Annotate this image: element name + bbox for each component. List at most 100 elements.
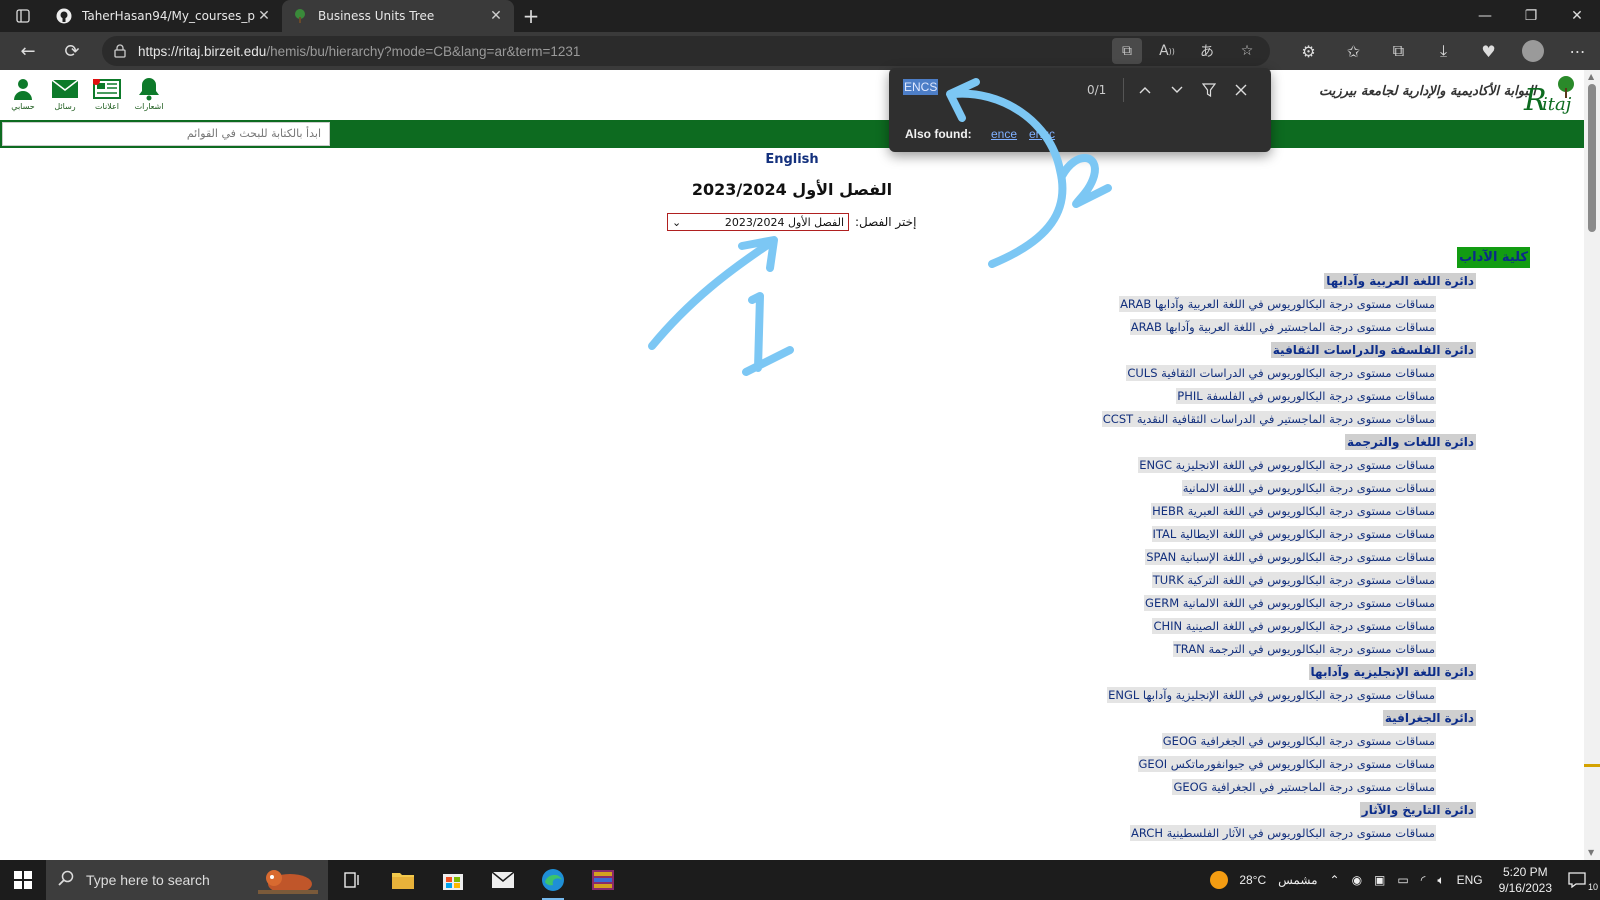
program-label: مساقات مستوى درجة البكالوريوس في اللغة ا… xyxy=(1144,595,1436,611)
department-heading[interactable]: دائرة اللغات والترجمة xyxy=(1010,431,1476,454)
tab-actions-icon[interactable] xyxy=(0,0,46,32)
program-link[interactable]: مساقات مستوى درجة البكالوريوس في اللغة ا… xyxy=(1010,615,1436,638)
program-link[interactable]: مساقات مستوى درجة البكالوريوس في اللغة ا… xyxy=(1010,546,1436,569)
term-select[interactable]: الفصل الأول 2023/2024 ⌄ xyxy=(667,213,849,231)
filter-icon[interactable] xyxy=(1193,76,1225,104)
battery-icon[interactable]: ▭ xyxy=(1391,873,1414,887)
page-scrollbar[interactable]: ▲ ▼ xyxy=(1584,70,1600,860)
department-label: دائرة اللغة الإنجليزية وآدابها xyxy=(1308,664,1476,680)
find-input[interactable]: ENCS xyxy=(903,79,939,102)
department-heading[interactable]: دائرة الفلسفة والدراسات الثقافية xyxy=(1010,339,1476,362)
wifi-icon[interactable]: ◜ xyxy=(1415,873,1432,887)
department-heading[interactable]: دائرة اللغة العربية وآدابها xyxy=(1010,270,1476,293)
back-icon[interactable]: ← xyxy=(6,32,50,70)
scroll-up-icon[interactable]: ▲ xyxy=(1588,72,1594,81)
weather-widget[interactable]: 28°C مشمس xyxy=(1203,870,1323,890)
site-header: حسابي رسائل اعلانات اشعارات البوابة الأك… xyxy=(0,70,1584,120)
refresh-icon[interactable]: ⟳ xyxy=(50,32,94,70)
minimize-icon[interactable]: — xyxy=(1462,0,1508,32)
edge-browser-icon[interactable] xyxy=(528,860,578,900)
new-tab-icon[interactable]: + xyxy=(514,4,548,28)
scroll-thumb[interactable] xyxy=(1588,84,1596,232)
messages-link[interactable]: رسائل xyxy=(46,76,84,112)
extensions-icon[interactable]: ⚙ xyxy=(1286,42,1331,61)
downloads-icon[interactable]: ⤓ xyxy=(1421,41,1466,61)
performance-icon[interactable]: ♥ xyxy=(1466,42,1511,61)
record-icon[interactable]: ◉ xyxy=(1346,873,1368,887)
faculty-heading[interactable]: كلية الآداب xyxy=(1457,246,1530,268)
windows-logo-icon xyxy=(14,871,32,889)
announcements-link[interactable]: اعلانات xyxy=(88,76,126,112)
program-link[interactable]: مساقات مستوى درجة البكالوريوس في اللغة ا… xyxy=(1010,569,1436,592)
program-link[interactable]: مساقات مستوى درجة البكالوريوس في اللغة ا… xyxy=(1010,293,1436,316)
restore-icon[interactable]: ❐ xyxy=(1508,0,1554,32)
taskbar-search[interactable]: Type here to search xyxy=(46,860,328,900)
close-find-icon[interactable] xyxy=(1225,76,1257,104)
clock[interactable]: 5:20 PM 9/16/2023 xyxy=(1489,864,1562,896)
program-link[interactable]: مساقات مستوى درجة البكالوريوس في الدراسا… xyxy=(1010,362,1436,385)
program-label: مساقات مستوى درجة البكالوريوس في اللغة ا… xyxy=(1119,296,1436,312)
english-link[interactable]: English xyxy=(0,152,1584,167)
read-aloud-icon[interactable]: A)) xyxy=(1152,38,1182,64)
profile-link[interactable]: حسابي xyxy=(4,76,42,112)
program-label: مساقات مستوى درجة الماجستير في الدراسات … xyxy=(1101,411,1436,427)
volume-icon[interactable]: 🔈︎ xyxy=(1431,873,1450,888)
tab-github[interactable]: TaherHasan94/My_courses_proje ✕ xyxy=(46,0,282,32)
task-view-icon[interactable] xyxy=(328,860,378,900)
department-heading[interactable]: دائرة الجغرافية xyxy=(1010,707,1476,730)
program-label: مساقات مستوى درجة البكالوريوس في الفلسفة… xyxy=(1176,388,1436,404)
show-hidden-icons[interactable]: ⌃ xyxy=(1324,873,1346,887)
previous-match-icon[interactable] xyxy=(1129,76,1161,104)
menu-search-bar: ابدأ بالكتابة للبحث في القوائم xyxy=(0,120,1584,148)
close-window-icon[interactable]: ✕ xyxy=(1554,0,1600,32)
find-match-marker xyxy=(1584,764,1600,767)
find-on-page-panel: ENCS 0/1 Also found: ence engc xyxy=(889,68,1271,152)
profile-avatar[interactable] xyxy=(1522,40,1544,62)
program-link[interactable]: مساقات مستوى درجة الماجستير في اللغة الع… xyxy=(1010,316,1436,339)
more-menu-icon[interactable]: ⋯ xyxy=(1555,42,1600,61)
program-link[interactable]: مساقات مستوى درجة الماجستير في الجغرافية… xyxy=(1010,776,1436,799)
program-link[interactable]: مساقات مستوى درجة الماجستير في الدراسات … xyxy=(1010,408,1436,431)
close-tab-icon[interactable]: ✕ xyxy=(488,8,504,24)
favorites-icon[interactable]: ✩ xyxy=(1331,42,1376,61)
mail-icon[interactable] xyxy=(478,860,528,900)
program-link[interactable]: مساقات مستوى درجة البكالوريوس في الآثار … xyxy=(1010,822,1436,845)
microsoft-store-icon[interactable] xyxy=(428,860,478,900)
scroll-down-icon[interactable]: ▼ xyxy=(1588,848,1594,857)
winrar-icon[interactable] xyxy=(578,860,628,900)
notifications-link[interactable]: اشعارات xyxy=(130,76,168,112)
program-link[interactable]: مساقات مستوى درجة البكالوريوس في اللغة ا… xyxy=(1010,477,1436,500)
program-link[interactable]: مساقات مستوى درجة البكالوريوس في الجغراف… xyxy=(1010,730,1436,753)
translate-icon[interactable]: あ xyxy=(1192,38,1222,64)
find-on-page-icon[interactable]: ⧉ xyxy=(1112,38,1142,64)
browser-toolbar: ← ⟳ https://ritaj.birzeit.edu/hemis/bu/h… xyxy=(0,32,1600,70)
meet-now-icon[interactable]: ▣ xyxy=(1368,873,1391,887)
program-link[interactable]: مساقات مستوى درجة البكالوريوس في اللغة ا… xyxy=(1010,684,1436,707)
close-tab-icon[interactable]: ✕ xyxy=(256,8,272,24)
department-heading[interactable]: دائرة اللغة الإنجليزية وآدابها xyxy=(1010,661,1476,684)
program-link[interactable]: مساقات مستوى درجة البكالوريوس في اللغة ا… xyxy=(1010,592,1436,615)
menu-search-input[interactable]: ابدأ بالكتابة للبحث في القوائم xyxy=(2,122,330,146)
lock-icon[interactable] xyxy=(102,44,138,58)
favorite-star-icon[interactable]: ☆ xyxy=(1232,38,1262,64)
file-explorer-icon[interactable] xyxy=(378,860,428,900)
windows-taskbar: Type here to search 28°C مشمس ⌃ ◉ ▣ ▭ ◜ … xyxy=(0,860,1600,900)
program-link[interactable]: مساقات مستوى درجة البكالوريوس في اللغة ا… xyxy=(1010,454,1436,477)
address-bar[interactable]: https://ritaj.birzeit.edu/hemis/bu/hiera… xyxy=(102,36,1270,66)
program-link[interactable]: مساقات مستوى درجة البكالوريوس في اللغة ا… xyxy=(1010,500,1436,523)
start-button[interactable] xyxy=(0,860,46,900)
also-found-link[interactable]: engc xyxy=(1029,127,1055,141)
program-link[interactable]: مساقات مستوى درجة البكالوريوس في الترجمة… xyxy=(1010,638,1436,661)
collections-icon[interactable]: ⧉ xyxy=(1376,41,1421,61)
system-tray: 28°C مشمس ⌃ ◉ ▣ ▭ ◜ 🔈︎ ENG 5:20 PM 9/16/… xyxy=(1203,860,1600,900)
ritaj-logo[interactable]: R itaj xyxy=(1522,74,1580,118)
program-link[interactable]: مساقات مستوى درجة البكالوريوس في جيوانفو… xyxy=(1010,753,1436,776)
next-match-icon[interactable] xyxy=(1161,76,1193,104)
program-link[interactable]: مساقات مستوى درجة البكالوريوس في الفلسفة… xyxy=(1010,385,1436,408)
department-heading[interactable]: دائرة التاريخ والآثار xyxy=(1010,799,1476,822)
notifications-center-icon[interactable]: 10 xyxy=(1562,872,1600,892)
tab-business-units-tree[interactable]: Business Units Tree ✕ xyxy=(282,0,514,32)
program-link[interactable]: مساقات مستوى درجة البكالوريوس في اللغة ا… xyxy=(1010,523,1436,546)
input-language[interactable]: ENG xyxy=(1451,873,1489,887)
also-found-link[interactable]: ence xyxy=(991,127,1017,141)
